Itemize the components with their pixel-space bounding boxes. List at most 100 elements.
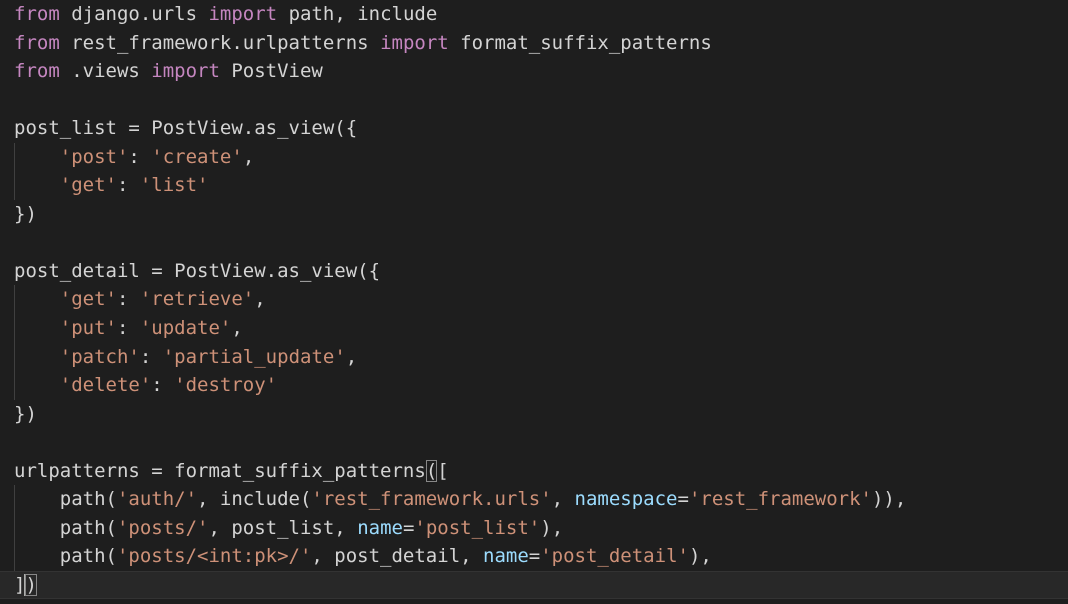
indent-guide <box>14 542 15 571</box>
code-token: post_list = PostView.as_view({ <box>14 117 358 140</box>
code-token: , <box>231 317 243 340</box>
code-line[interactable] <box>14 86 1068 115</box>
indent-guide <box>14 342 15 372</box>
code-token: .views <box>59 60 152 83</box>
code-token: : <box>151 374 175 397</box>
code-line[interactable]: 'post': 'create', <box>14 142 1068 172</box>
code-line-current[interactable]: ]) <box>0 570 1068 600</box>
code-token: : <box>139 345 163 368</box>
string-token: 'put' <box>59 317 117 340</box>
code-line[interactable]: }) <box>14 400 1068 429</box>
code-token: [ <box>437 459 449 482</box>
code-token: , <box>551 488 575 511</box>
code-token: path( <box>14 488 117 511</box>
code-token: path( <box>14 545 117 568</box>
code-line[interactable]: 'put': 'update', <box>14 314 1068 343</box>
code-line[interactable]: 'delete': 'destroy' <box>14 371 1068 400</box>
code-token: : <box>116 317 140 340</box>
string-token: 'rest_framework.urls' <box>311 488 552 511</box>
keyword-token: import <box>208 3 278 25</box>
code-token: = <box>528 545 541 568</box>
code-token: django.urls <box>59 3 209 25</box>
matched-bracket: ( <box>425 459 438 482</box>
code-line[interactable]: }) <box>14 200 1068 229</box>
keyword-token: import <box>380 31 449 54</box>
code-line[interactable]: from django.urls import path, include <box>14 0 1068 29</box>
code-token: : <box>128 145 152 168</box>
code-token: = <box>402 516 415 539</box>
string-token: 'delete' <box>59 374 152 397</box>
code-token: }) <box>14 202 37 225</box>
code-line[interactable] <box>14 228 1068 257</box>
code-line[interactable]: 'patch': 'partial_update', <box>14 342 1068 372</box>
code-token: : <box>116 174 140 197</box>
parameter-token: name <box>483 545 529 568</box>
keyword-token: import <box>151 60 220 83</box>
code-line[interactable]: 'get': 'retrieve', <box>14 285 1068 315</box>
string-token: 'retrieve' <box>139 288 255 311</box>
code-token: , <box>345 345 358 368</box>
string-token: 'post' <box>59 145 129 168</box>
code-lines[interactable]: from django.urls import path, include fro… <box>0 0 1068 600</box>
code-line[interactable]: 'get': 'list' <box>14 171 1068 200</box>
code-token: format_suffix_patterns <box>448 31 712 54</box>
string-token: 'patch' <box>59 345 140 368</box>
indent-guide <box>14 513 15 543</box>
code-line[interactable]: path('posts/<int:pk>/', post_detail, nam… <box>14 542 1068 571</box>
code-token: , post_detail, <box>311 545 484 568</box>
code-token: )), <box>871 488 907 511</box>
string-token: 'posts/<int:pk>/' <box>116 545 312 568</box>
code-token: PostView <box>219 60 323 83</box>
indent-guide <box>14 171 15 200</box>
code-line[interactable] <box>14 428 1068 457</box>
code-token: ), <box>540 516 564 539</box>
indent-guide <box>14 371 15 400</box>
code-token: , <box>254 288 266 311</box>
code-token: , <box>242 145 255 168</box>
string-token: 'create' <box>151 145 243 168</box>
keyword-token: from <box>14 31 60 54</box>
code-token: = <box>677 488 689 511</box>
string-token: 'update' <box>139 317 232 340</box>
code-token: , post_list, <box>208 516 358 539</box>
code-token: rest_framework.urlpatterns <box>59 31 381 54</box>
string-token: 'destroy' <box>174 374 278 397</box>
code-line[interactable]: post_list = PostView.as_view({ <box>14 114 1068 143</box>
code-line[interactable]: path('posts/', post_list, name='post_lis… <box>14 513 1068 543</box>
keyword-token: from <box>14 3 60 25</box>
code-token: path, include <box>277 3 438 25</box>
string-token: 'post_list' <box>414 516 541 539</box>
keyword-token: from <box>14 60 60 83</box>
indent-guide <box>14 314 15 343</box>
code-line[interactable]: path('auth/', include('rest_framework.ur… <box>14 485 1068 514</box>
code-token: , include( <box>197 488 312 511</box>
indent-guide <box>14 285 15 315</box>
code-line[interactable]: from rest_framework.urlpatterns import f… <box>14 29 1068 58</box>
matched-bracket: ) <box>25 573 37 596</box>
indent-guide <box>14 485 15 514</box>
code-token: }) <box>14 402 37 425</box>
string-token: 'get' <box>59 288 117 311</box>
code-editor[interactable]: from django.urls import path, include fro… <box>0 0 1068 604</box>
string-token: 'partial_update' <box>162 345 346 368</box>
string-token: 'auth/' <box>116 488 198 511</box>
parameter-token: namespace <box>574 488 678 511</box>
string-token: 'post_detail' <box>540 545 689 568</box>
code-token: urlpatterns = format_suffix_patterns <box>14 459 426 482</box>
code-line[interactable]: post_detail = PostView.as_view({ <box>14 257 1068 286</box>
code-line[interactable]: urlpatterns = format_suffix_patterns([ <box>14 457 1068 486</box>
string-token: 'get' <box>59 174 117 197</box>
string-token: 'list' <box>139 174 209 197</box>
code-token: : <box>116 288 140 311</box>
indent-guide <box>14 142 15 172</box>
parameter-token: name <box>357 516 403 539</box>
string-token: 'posts/' <box>116 516 209 539</box>
string-token: 'rest_framework' <box>688 488 872 511</box>
code-line[interactable]: from .views import PostView <box>14 57 1068 86</box>
